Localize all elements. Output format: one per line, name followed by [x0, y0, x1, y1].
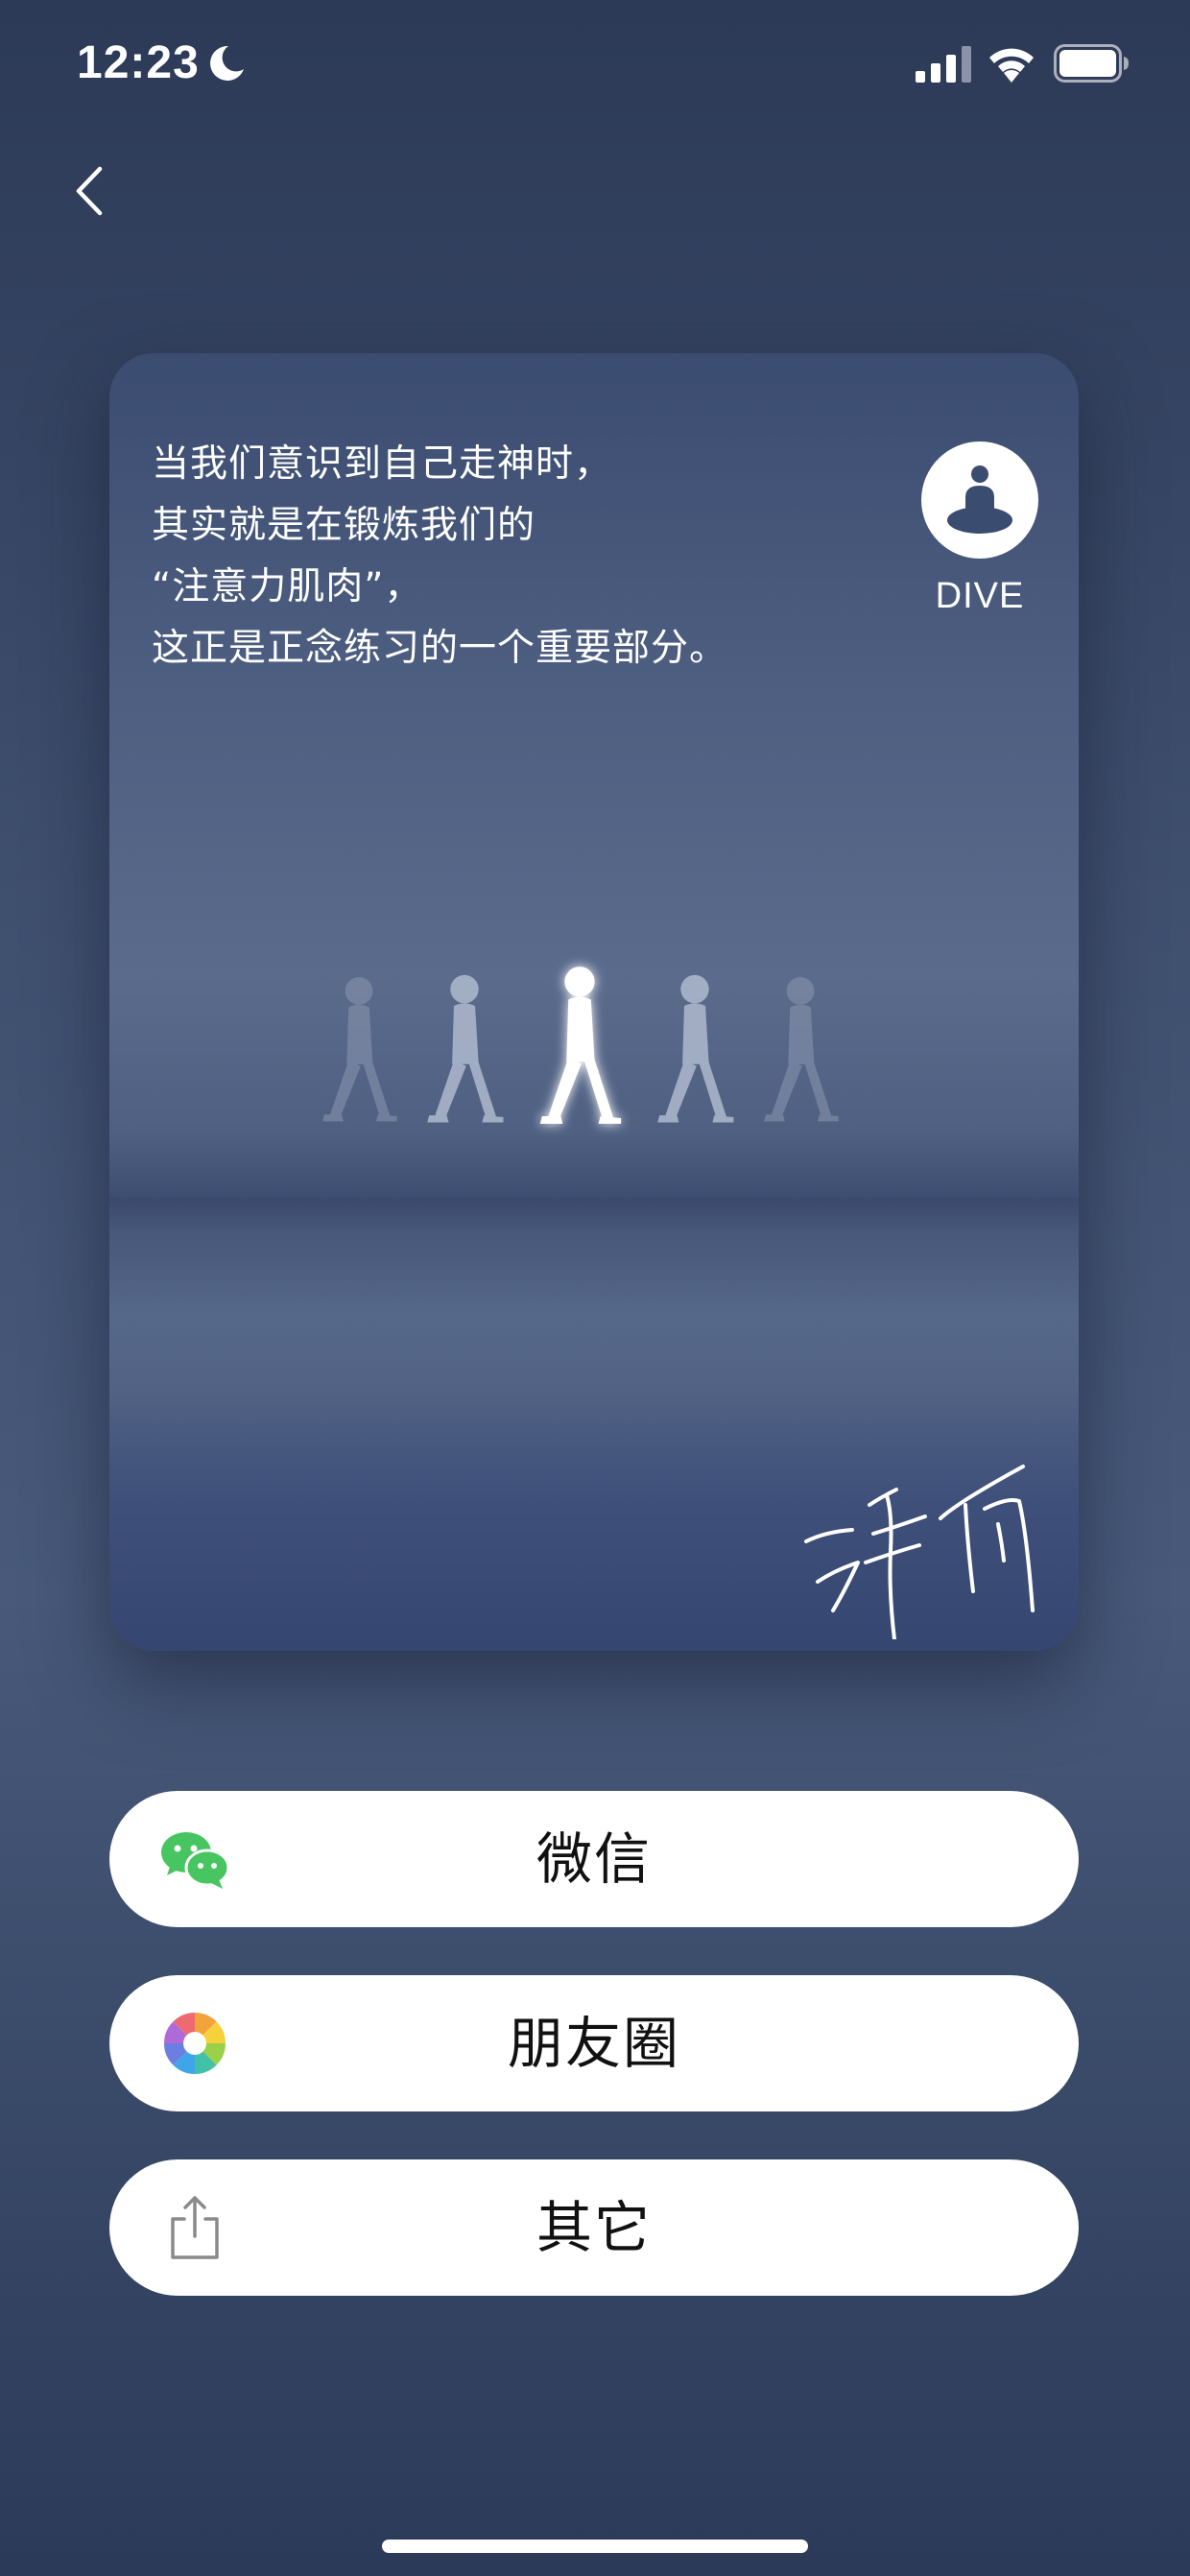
share-moments-label: 朋友圈 — [507, 2011, 680, 2076]
walker-figure — [657, 974, 734, 1123]
quote-line: 其实就是在锻炼我们的 — [152, 504, 536, 547]
share-wechat-button[interactable]: 微信 — [109, 1791, 1079, 1927]
walking-figures-illustration — [322, 966, 839, 1124]
share-other-label: 其它 — [536, 2195, 652, 2260]
walker-figure — [322, 977, 397, 1122]
handwritten-signature — [804, 1465, 1035, 1639]
share-moments-button[interactable]: 朋友圈 — [109, 1975, 1079, 2111]
walker-figure — [539, 966, 622, 1124]
brand-logo — [921, 441, 1038, 559]
horizon-band — [109, 1198, 1079, 1428]
status-time: 12:23 — [77, 37, 200, 88]
back-button[interactable] — [65, 161, 115, 221]
share-other-button[interactable]: 其它 — [109, 2159, 1079, 2296]
walker-figure — [427, 974, 504, 1123]
wifi-icon — [989, 48, 1034, 83]
quote-line: “注意力肌肉”， — [152, 565, 423, 608]
quote-line: 这正是正念练习的一个重要部分。 — [152, 627, 728, 670]
cellular-signal-icon — [916, 46, 971, 83]
quote-line: 当我们意识到自己走神时， — [152, 442, 613, 486]
chevron-left-icon — [76, 166, 103, 216]
home-indicator — [382, 2540, 808, 2553]
share-wechat-label: 微信 — [536, 1826, 652, 1892]
walker-figure — [764, 977, 839, 1122]
moon-icon — [210, 45, 244, 81]
brand-name: DIVE — [935, 576, 1025, 616]
meditation-figure-icon — [947, 465, 1012, 534]
status-bar: 12:23 — [0, 0, 1190, 125]
quote-text: 当我们意识到自己走神时， 其实就是在锻炼我们的 “注意力肌肉”， 这正是正念练习… — [152, 434, 919, 680]
share-card: 当我们意识到自己走神时， 其实就是在锻炼我们的 “注意力肌肉”， 这正是正念练习… — [109, 353, 1079, 1651]
battery-icon — [1054, 44, 1129, 83]
